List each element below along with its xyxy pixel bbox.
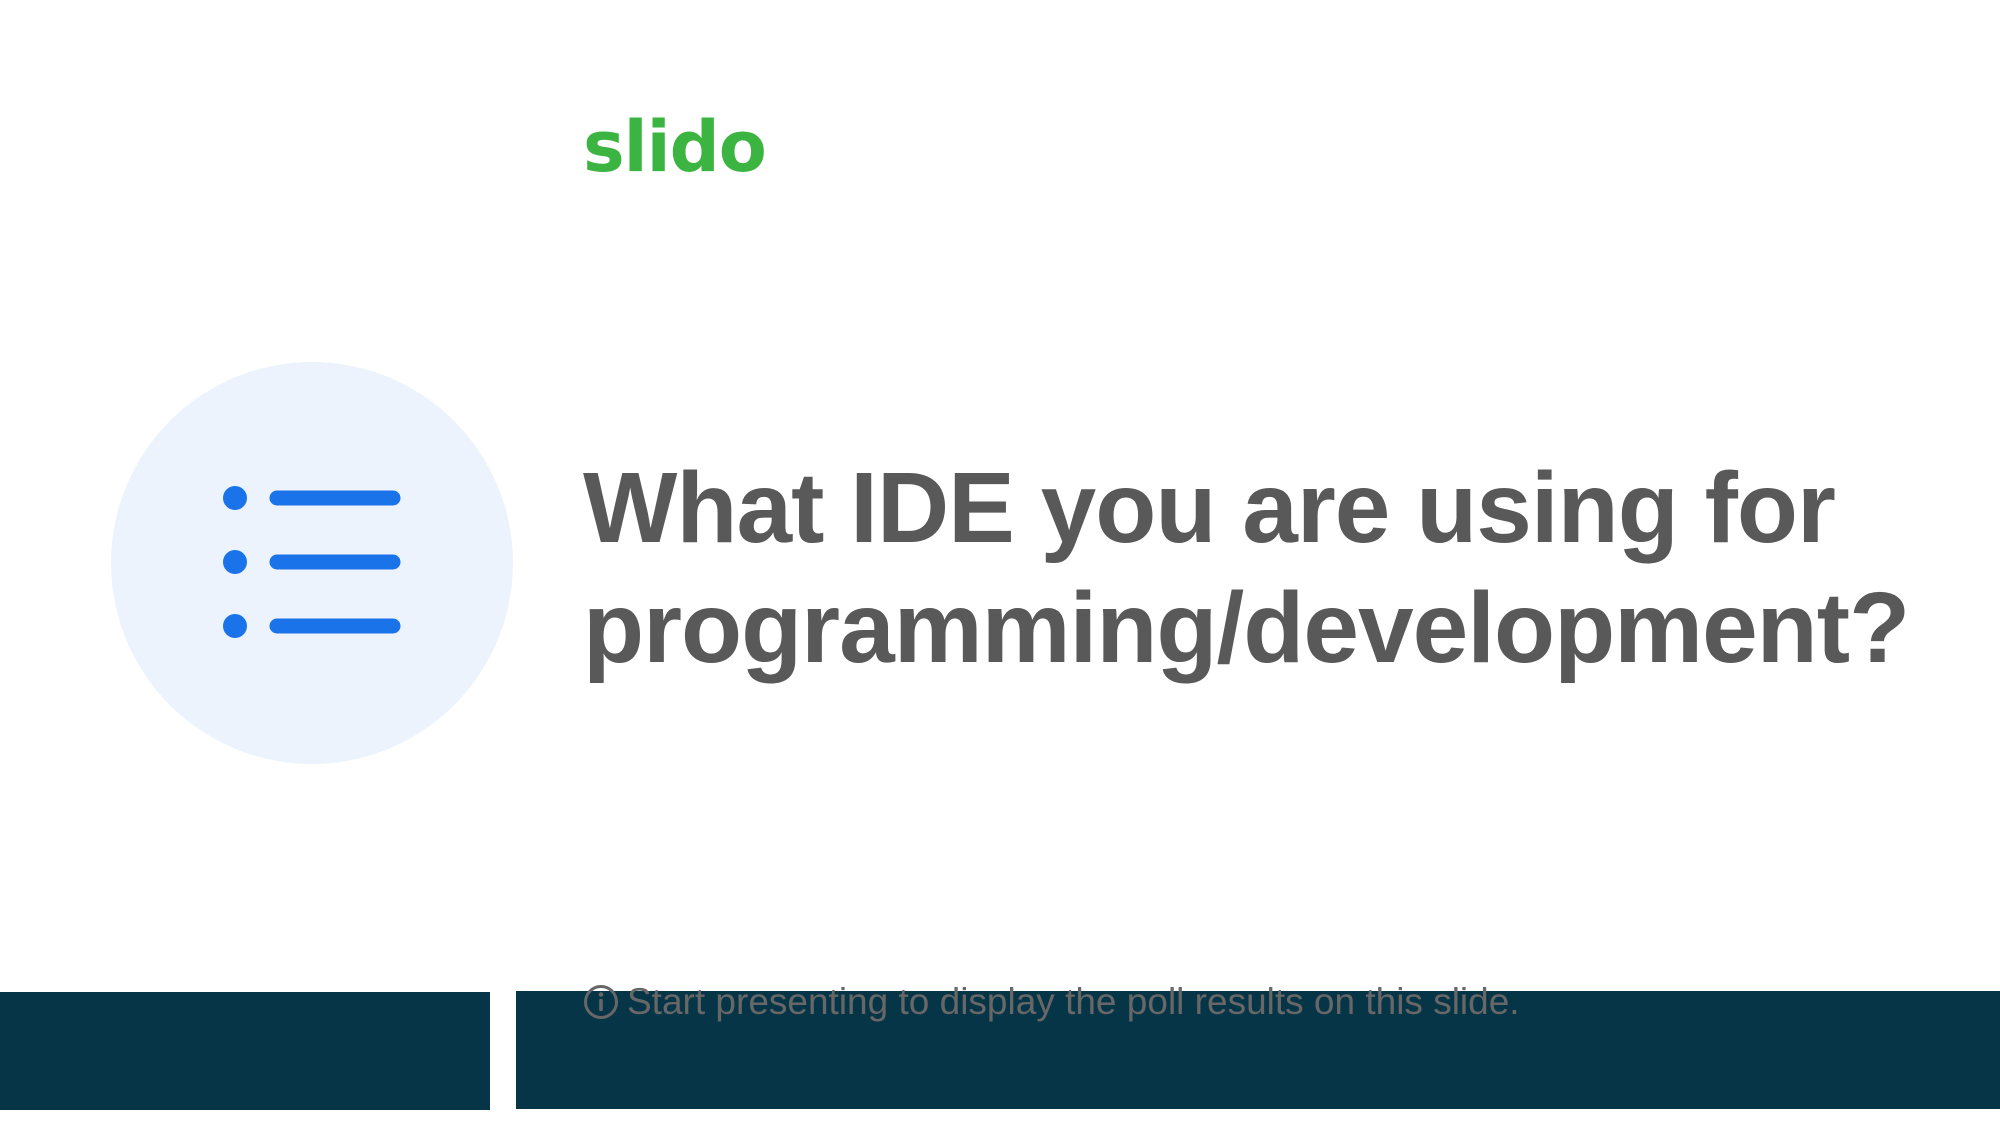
poll-type-badge xyxy=(111,362,513,764)
bulleted-list-icon xyxy=(223,486,401,638)
slide: slido What IDE you are using for program… xyxy=(0,0,2000,1125)
slido-logo: slido xyxy=(583,106,767,188)
poll-question: What IDE you are using for programming/d… xyxy=(583,452,1910,684)
footer-bar-left xyxy=(0,992,490,1110)
info-icon xyxy=(584,985,618,1019)
hint-text: Start presenting to display the poll res… xyxy=(627,981,1520,1022)
presenting-hint: Start presenting to display the poll res… xyxy=(583,980,1520,1024)
